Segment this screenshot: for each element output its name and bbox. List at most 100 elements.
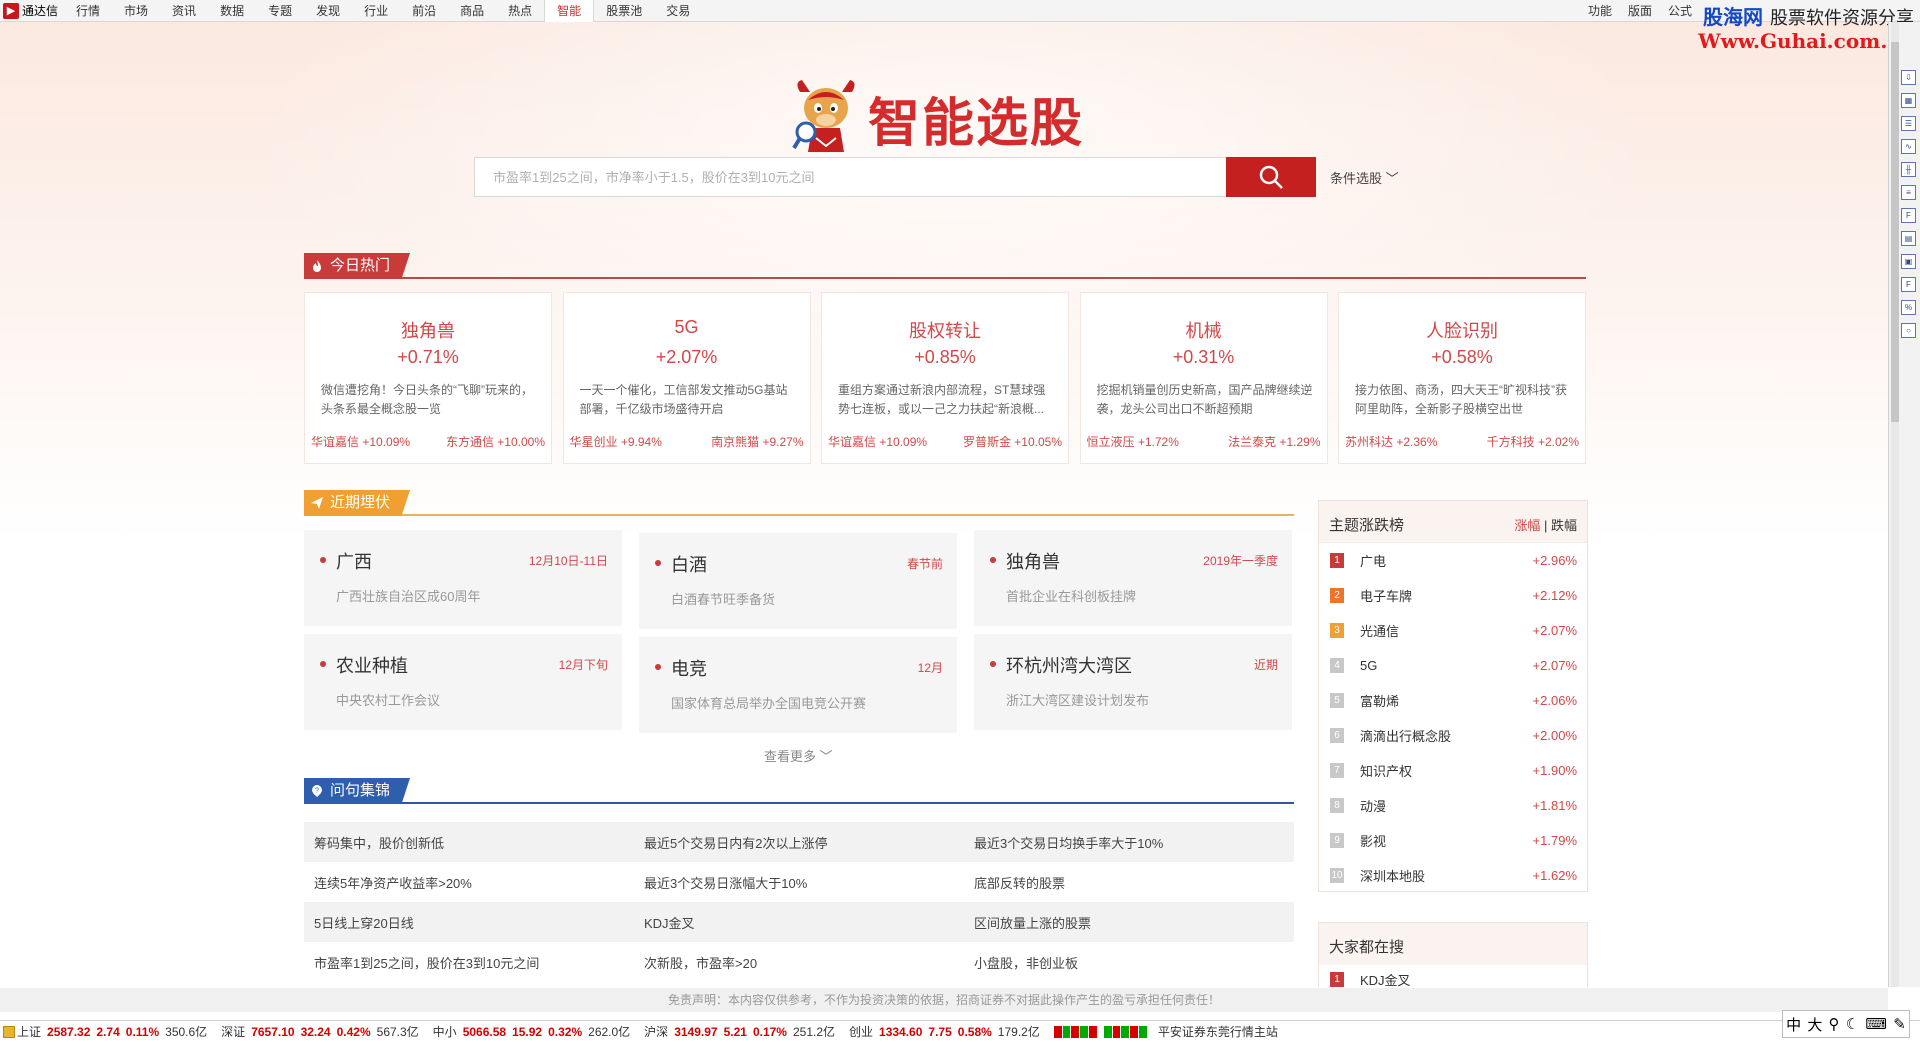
table-icon[interactable]: ☰ [1901, 116, 1916, 131]
menu-hangqing[interactable]: 行情 [64, 0, 112, 22]
ime-toolbar[interactable]: 中 大 ⚲ ☾ ⌨ ✎ [1782, 1010, 1910, 1038]
index-quote[interactable]: 深证 7657.10 32.24 0.42% 567.3亿 [221, 1023, 425, 1040]
hot-card[interactable]: 5G +2.07% 一天一个催化，工信部发文推动5G基站部署，千亿级市场盛待开启… [562, 292, 811, 464]
menu-redian[interactable]: 热点 [496, 0, 544, 22]
status-menu-icon[interactable] [3, 1025, 15, 1038]
qa-link[interactable]: 最近3个交易日均换手率大于10% [964, 833, 1294, 852]
index-quote[interactable]: 上证 2587.32 2.74 0.11% 350.6亿 [17, 1023, 213, 1040]
hot-card-stock[interactable]: 南京熊猫 +9.27% [711, 433, 803, 450]
hot-card-stock[interactable]: 苏州科达 +2.36% [1345, 433, 1437, 450]
theme-rank-item[interactable]: 5 富勒烯 +2.06% [1319, 683, 1587, 718]
section-hot-tag: 今日热门 [304, 253, 411, 279]
qa-link[interactable]: 小盘股，非创业板 [964, 953, 1294, 972]
view-more-link[interactable]: 查看更多 ﹀ [764, 746, 833, 765]
menu-gupiaochi[interactable]: 股票池 [594, 0, 654, 22]
report-icon[interactable]: ▤ [1901, 231, 1916, 246]
theme-rank-label: 动漫 [1360, 799, 1387, 814]
hot-card-stock[interactable]: 恒立液压 +1.72% [1087, 433, 1179, 450]
theme-rank-item[interactable]: 1 广电 +2.96% [1319, 543, 1587, 578]
hot-card[interactable]: 人脸识别 +0.58% 接力依图、商汤，四大天王“旷视科技”获阿里助阵，全新影子… [1338, 292, 1586, 464]
ime-keyboard-icon[interactable]: ⌨ [1865, 1015, 1887, 1033]
index-quote[interactable]: 创业 1334.60 7.75 0.58% 179.2亿 [849, 1023, 1046, 1040]
hot-card-stock[interactable]: 东方通信 +10.00% [446, 433, 545, 450]
search-input[interactable] [474, 157, 1226, 197]
menu-zhineng[interactable]: 智能 [544, 0, 595, 22]
f10-icon[interactable]: F [1901, 208, 1916, 223]
menu-shuju[interactable]: 数据 [208, 0, 256, 22]
menu-qianyan[interactable]: 前沿 [400, 0, 448, 22]
doc-icon[interactable]: ▣ [1901, 254, 1916, 269]
app-logo[interactable]: ▶ 通达信 [0, 0, 64, 22]
menu-jiaoyi[interactable]: 交易 [654, 0, 702, 22]
qa-link[interactable]: 最近3个交易日涨幅大于10% [634, 873, 964, 892]
hot-card-stock[interactable]: 罗普斯金 +10.05% [963, 433, 1062, 450]
ambush-item[interactable]: 电竞 12月 国家体育总局举办全国电竞公开赛 [639, 637, 957, 733]
hot-card-stock[interactable]: 千方科技 +2.02% [1487, 433, 1579, 450]
tab-rise[interactable]: 涨幅 [1514, 518, 1540, 533]
qa-link[interactable]: 筹码集中，股价创新低 [304, 833, 634, 852]
hot-card-stock[interactable]: 华谊嘉信 +10.09% [311, 433, 410, 450]
circle-tool-icon[interactable]: ○ [1901, 323, 1916, 338]
popular-search-item[interactable]: 1 KDJ金叉 [1319, 965, 1587, 987]
menu-zhuanti[interactable]: 专题 [256, 0, 304, 22]
theme-rank-item[interactable]: 7 知识产权 +1.90% [1319, 753, 1587, 788]
ime-moon-icon[interactable]: ☾ [1846, 1015, 1859, 1033]
ambush-item[interactable]: 农业种植 12月下旬 中央农村工作会议 [304, 634, 622, 730]
ambush-item[interactable]: 广西 12月10日-11日 广西壮族自治区成60周年 [304, 530, 622, 626]
qa-link[interactable]: 次新股，市盈率>20 [634, 953, 964, 972]
ime-settings-icon[interactable]: ✎ [1893, 1015, 1906, 1033]
theme-rank-item[interactable]: 2 电子车牌 +2.12% [1319, 578, 1587, 613]
bullet-dot [655, 664, 661, 670]
hot-card[interactable]: 股权转让 +0.85% 重组方案通过新浪内部流程，ST慧球强势七连板，或以一己之… [821, 292, 1069, 464]
ime-key-icon[interactable]: ⚲ [1829, 1015, 1840, 1033]
download-icon[interactable]: ⇩ [1901, 70, 1916, 85]
scrollbar-thumb[interactable] [1891, 42, 1899, 422]
candle-chart-icon[interactable]: ╫ [1901, 162, 1916, 177]
qa-link[interactable]: 5日线上穿20日线 [304, 913, 634, 932]
qa-link[interactable]: 市盈率1到25之间，股价在3到10元之间 [304, 953, 634, 972]
menu-zixun[interactable]: 资讯 [160, 0, 208, 22]
theme-rank-item[interactable]: 8 动漫 +1.81% [1319, 788, 1587, 823]
index-quote[interactable]: 沪深 3149.97 5.21 0.17% 251.2亿 [644, 1023, 841, 1040]
line-chart-icon[interactable]: ∿ [1901, 139, 1916, 154]
qa-link[interactable]: 底部反转的股票 [964, 873, 1294, 892]
ambush-item[interactable]: 独角兽 2019年一季度 首批企业在科创板挂牌 [974, 530, 1292, 626]
tab-fall[interactable]: 跌幅 [1551, 518, 1577, 533]
analysis-icon[interactable]: % [1901, 300, 1916, 315]
theme-rank-item[interactable]: 6 滴滴出行概念股 +2.00% [1319, 718, 1587, 753]
ime-chinese[interactable]: 中 [1786, 1014, 1801, 1035]
qa-link[interactable]: 连续5年净资产收益率>20% [304, 873, 634, 892]
hot-card-stock[interactable]: 华星创业 +9.94% [570, 433, 662, 450]
menu-shangpin[interactable]: 商品 [448, 0, 496, 22]
theme-rank-item[interactable]: 3 光通信 +2.07% [1319, 613, 1587, 648]
index-quote[interactable]: 中小 5066.58 15.92 0.32% 262.0亿 [433, 1023, 637, 1040]
hot-card-stock[interactable]: 法兰泰克 +1.29% [1228, 433, 1320, 450]
watermark-url: Www.Guhai.com.cn [1698, 29, 1914, 53]
theme-rank-item[interactable]: 10 深圳本地股 +1.62% [1319, 858, 1587, 893]
ambush-item[interactable]: 环杭州湾大湾区 近期 浙江大湾区建设计划发布 [974, 634, 1292, 730]
theme-rank-item[interactable]: 9 影视 +1.79% [1319, 823, 1587, 858]
menu-gongshi[interactable]: 公式 [1660, 0, 1700, 22]
condition-select-dropdown[interactable]: 条件选股 ﹀ [1330, 168, 1399, 187]
menu-gongneng[interactable]: 功能 [1580, 0, 1620, 22]
menu-hangye[interactable]: 行业 [352, 0, 400, 22]
ambush-item[interactable]: 白酒 春节前 白酒春节旺季备货 [639, 533, 957, 629]
qa-link[interactable]: KDJ金叉 [634, 913, 964, 932]
ime-fullwidth[interactable]: 大 [1807, 1014, 1822, 1035]
menu-shichang[interactable]: 市场 [112, 0, 160, 22]
vertical-scrollbar[interactable] [1891, 22, 1899, 987]
hot-card-stock[interactable]: 华谊嘉信 +10.09% [828, 433, 927, 450]
broker-server[interactable]: 平安证券东莞行情主站 [1158, 1023, 1278, 1040]
menu-faxian[interactable]: 发现 [304, 0, 352, 22]
search-button[interactable] [1226, 157, 1316, 197]
menu-banmian[interactable]: 版面 [1620, 0, 1660, 22]
qa-link[interactable]: 区间放量上涨的股票 [964, 913, 1294, 932]
theme-rank-header: 主题涨跌榜 涨幅 | 跌幅 [1319, 501, 1587, 543]
grid-icon[interactable]: ▦ [1901, 93, 1916, 108]
theme-rank-item[interactable]: 4 5G +2.07% [1319, 648, 1587, 683]
qa-link[interactable]: 最近5个交易日内有2次以上涨停 [634, 833, 964, 852]
hot-card[interactable]: 独角兽 +0.71% 微信遭挖角！今日头条的“飞聊”玩来的，头条系最全概念股一览… [304, 292, 552, 464]
list-icon[interactable]: ≡ [1901, 185, 1916, 200]
f2-icon[interactable]: F [1901, 277, 1916, 292]
hot-card[interactable]: 机械 +0.31% 挖掘机销量创历史新高，国产品牌继续逆袭，龙头公司出口不断超预… [1079, 292, 1328, 464]
